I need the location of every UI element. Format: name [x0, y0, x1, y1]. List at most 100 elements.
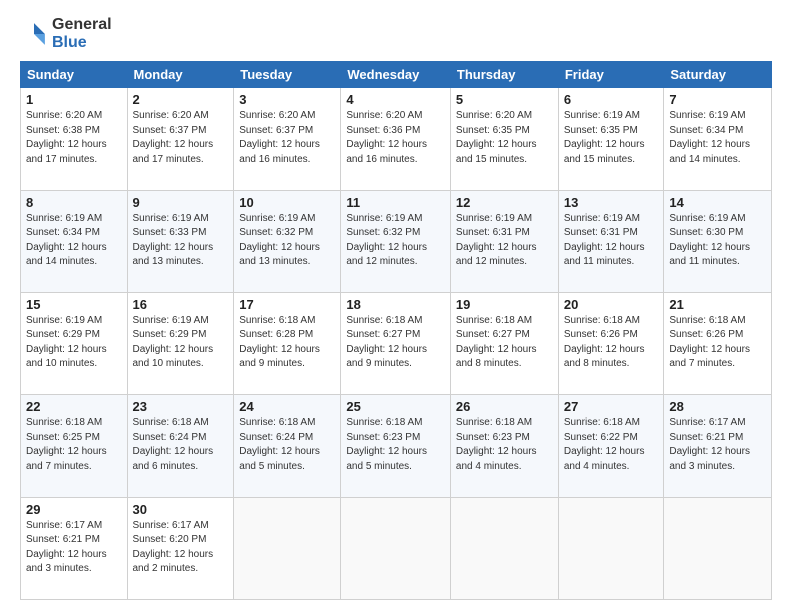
weekday-header-sunday: Sunday	[21, 62, 128, 88]
day-info: Sunrise: 6:19 AMSunset: 6:30 PMDaylight:…	[669, 213, 750, 268]
calendar-cell: 26 Sunrise: 6:18 AMSunset: 6:23 PMDayligh…	[450, 395, 558, 497]
day-info: Sunrise: 6:19 AMSunset: 6:31 PMDaylight:…	[456, 213, 537, 268]
day-number: 14	[669, 195, 766, 210]
calendar-cell: 22 Sunrise: 6:18 AMSunset: 6:25 PMDayligh…	[21, 395, 128, 497]
day-number: 6	[564, 92, 659, 107]
calendar-cell: 6 Sunrise: 6:19 AMSunset: 6:35 PMDaylight…	[558, 88, 664, 190]
page: General Blue SundayMondayTuesdayWednesda…	[0, 0, 792, 612]
day-info: Sunrise: 6:18 AMSunset: 6:22 PMDaylight:…	[564, 417, 645, 472]
calendar-cell: 21Sunrise: 6:18 AMSunset: 6:26 PMDayligh…	[664, 292, 772, 394]
calendar-cell: 12 Sunrise: 6:19 AMSunset: 6:31 PMDayligh…	[450, 190, 558, 292]
calendar-cell: 5 Sunrise: 6:20 AMSunset: 6:35 PMDaylight…	[450, 88, 558, 190]
day-number: 11	[346, 195, 445, 210]
calendar-week-1: 1Sunrise: 6:20 AMSunset: 6:38 PMDaylight…	[21, 88, 772, 190]
weekday-header-friday: Friday	[558, 62, 664, 88]
day-number: 29	[26, 502, 122, 517]
calendar-cell: 9Sunrise: 6:19 AMSunset: 6:33 PMDaylight…	[127, 190, 234, 292]
day-number: 17	[239, 297, 335, 312]
day-number: 16	[133, 297, 229, 312]
day-info: Sunrise: 6:17 AMSunset: 6:21 PMDaylight:…	[669, 417, 750, 472]
day-info: Sunrise: 6:20 AMSunset: 6:35 PMDaylight:…	[456, 110, 537, 165]
calendar-cell: 1Sunrise: 6:20 AMSunset: 6:38 PMDaylight…	[21, 88, 128, 190]
calendar-week-5: 29 Sunrise: 6:17 AMSunset: 6:21 PMDayligh…	[21, 497, 772, 599]
day-number: 24	[239, 399, 335, 414]
day-number: 22	[26, 399, 122, 414]
calendar-cell: 10 Sunrise: 6:19 AMSunset: 6:32 PMDayligh…	[234, 190, 341, 292]
day-number: 19	[456, 297, 553, 312]
day-number: 26	[456, 399, 553, 414]
day-number: 1	[26, 92, 122, 107]
day-info: Sunrise: 6:20 AMSunset: 6:36 PMDaylight:…	[346, 110, 427, 165]
calendar-cell: 28 Sunrise: 6:17 AMSunset: 6:21 PMDayligh…	[664, 395, 772, 497]
day-number: 7	[669, 92, 766, 107]
day-number: 20	[564, 297, 659, 312]
calendar-cell: 15Sunrise: 6:19 AMSunset: 6:29 PMDayligh…	[21, 292, 128, 394]
calendar-cell: 7 Sunrise: 6:19 AMSunset: 6:34 PMDaylight…	[664, 88, 772, 190]
calendar-cell: 2 Sunrise: 6:20 AMSunset: 6:37 PMDaylight…	[127, 88, 234, 190]
day-number: 25	[346, 399, 445, 414]
logo-icon	[20, 20, 48, 48]
calendar-cell: 19Sunrise: 6:18 AMSunset: 6:27 PMDayligh…	[450, 292, 558, 394]
day-info: Sunrise: 6:20 AMSunset: 6:37 PMDaylight:…	[133, 110, 214, 165]
calendar-week-4: 22 Sunrise: 6:18 AMSunset: 6:25 PMDayligh…	[21, 395, 772, 497]
day-info: Sunrise: 6:18 AMSunset: 6:25 PMDaylight:…	[26, 417, 107, 472]
logo-text: General Blue	[52, 16, 112, 51]
calendar-cell: 11 Sunrise: 6:19 AMSunset: 6:32 PMDayligh…	[341, 190, 451, 292]
day-info: Sunrise: 6:18 AMSunset: 6:28 PMDaylight:…	[239, 315, 320, 370]
day-info: Sunrise: 6:20 AMSunset: 6:37 PMDaylight:…	[239, 110, 320, 165]
day-info: Sunrise: 6:17 AMSunset: 6:21 PMDaylight:…	[26, 520, 107, 575]
day-number: 4	[346, 92, 445, 107]
calendar-cell	[664, 497, 772, 599]
day-number: 13	[564, 195, 659, 210]
calendar-week-2: 8Sunrise: 6:19 AMSunset: 6:34 PMDaylight…	[21, 190, 772, 292]
weekday-header-tuesday: Tuesday	[234, 62, 341, 88]
day-info: Sunrise: 6:18 AMSunset: 6:24 PMDaylight:…	[133, 417, 214, 472]
day-info: Sunrise: 6:18 AMSunset: 6:27 PMDaylight:…	[346, 315, 427, 370]
day-number: 27	[564, 399, 659, 414]
weekday-header-thursday: Thursday	[450, 62, 558, 88]
weekday-header-wednesday: Wednesday	[341, 62, 451, 88]
calendar-cell: 25 Sunrise: 6:18 AMSunset: 6:23 PMDayligh…	[341, 395, 451, 497]
calendar-week-3: 15Sunrise: 6:19 AMSunset: 6:29 PMDayligh…	[21, 292, 772, 394]
calendar-cell	[234, 497, 341, 599]
calendar-cell: 13 Sunrise: 6:19 AMSunset: 6:31 PMDayligh…	[558, 190, 664, 292]
calendar-cell: 14 Sunrise: 6:19 AMSunset: 6:30 PMDayligh…	[664, 190, 772, 292]
calendar-cell: 24Sunrise: 6:18 AMSunset: 6:24 PMDayligh…	[234, 395, 341, 497]
day-number: 30	[133, 502, 229, 517]
calendar-cell: 29 Sunrise: 6:17 AMSunset: 6:21 PMDayligh…	[21, 497, 128, 599]
calendar-table: SundayMondayTuesdayWednesdayThursdayFrid…	[20, 61, 772, 600]
day-info: Sunrise: 6:18 AMSunset: 6:23 PMDaylight:…	[346, 417, 427, 472]
day-info: Sunrise: 6:19 AMSunset: 6:34 PMDaylight:…	[669, 110, 750, 165]
day-number: 10	[239, 195, 335, 210]
calendar-cell: 20Sunrise: 6:18 AMSunset: 6:26 PMDayligh…	[558, 292, 664, 394]
header: General Blue	[20, 16, 772, 51]
day-number: 28	[669, 399, 766, 414]
calendar-cell: 3 Sunrise: 6:20 AMSunset: 6:37 PMDaylight…	[234, 88, 341, 190]
day-number: 21	[669, 297, 766, 312]
day-number: 23	[133, 399, 229, 414]
day-info: Sunrise: 6:19 AMSunset: 6:32 PMDaylight:…	[239, 213, 320, 268]
calendar-cell: 23 Sunrise: 6:18 AMSunset: 6:24 PMDayligh…	[127, 395, 234, 497]
weekday-header-saturday: Saturday	[664, 62, 772, 88]
weekday-header-monday: Monday	[127, 62, 234, 88]
day-info: Sunrise: 6:18 AMSunset: 6:23 PMDaylight:…	[456, 417, 537, 472]
day-number: 5	[456, 92, 553, 107]
day-info: Sunrise: 6:19 AMSunset: 6:35 PMDaylight:…	[564, 110, 645, 165]
day-number: 2	[133, 92, 229, 107]
calendar-header-row: SundayMondayTuesdayWednesdayThursdayFrid…	[21, 62, 772, 88]
logo: General Blue	[20, 16, 112, 51]
calendar-cell: 18Sunrise: 6:18 AMSunset: 6:27 PMDayligh…	[341, 292, 451, 394]
day-number: 12	[456, 195, 553, 210]
day-info: Sunrise: 6:19 AMSunset: 6:32 PMDaylight:…	[346, 213, 427, 268]
day-info: Sunrise: 6:19 AMSunset: 6:29 PMDaylight:…	[133, 315, 214, 370]
day-number: 3	[239, 92, 335, 107]
calendar-cell: 8Sunrise: 6:19 AMSunset: 6:34 PMDaylight…	[21, 190, 128, 292]
calendar-cell: 16 Sunrise: 6:19 AMSunset: 6:29 PMDayligh…	[127, 292, 234, 394]
calendar-cell: 27 Sunrise: 6:18 AMSunset: 6:22 PMDayligh…	[558, 395, 664, 497]
calendar-cell: 4 Sunrise: 6:20 AMSunset: 6:36 PMDaylight…	[341, 88, 451, 190]
day-info: Sunrise: 6:19 AMSunset: 6:31 PMDaylight:…	[564, 213, 645, 268]
calendar-cell	[450, 497, 558, 599]
calendar-cell	[341, 497, 451, 599]
calendar-cell	[558, 497, 664, 599]
day-info: Sunrise: 6:19 AMSunset: 6:33 PMDaylight:…	[133, 213, 214, 268]
